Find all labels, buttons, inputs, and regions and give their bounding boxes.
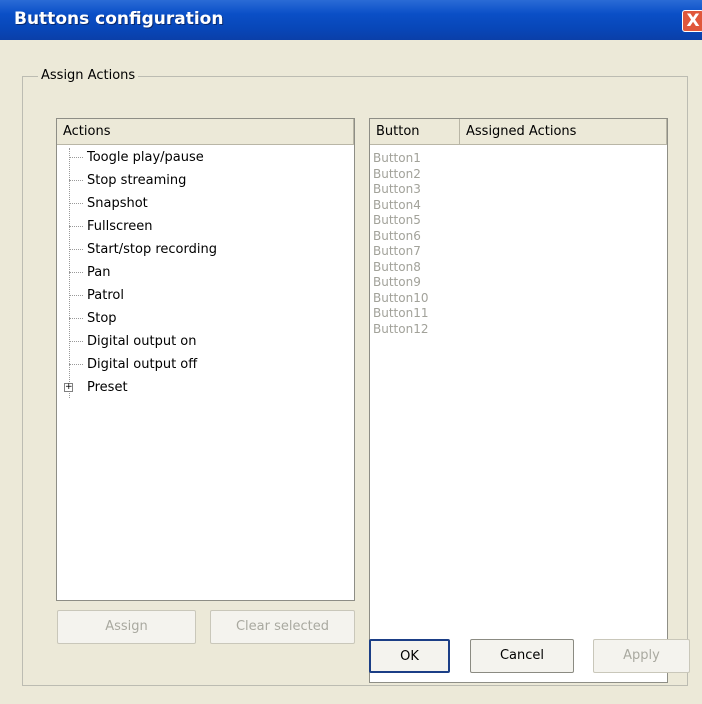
tree-branch <box>69 203 83 204</box>
tree-item-label: Start/stop recording <box>87 242 217 257</box>
list-item[interactable]: Button8 <box>373 260 428 276</box>
tree-branch <box>69 318 83 319</box>
title-bar[interactable]: Buttons configuration X <box>0 0 702 40</box>
tree-item[interactable]: Digital output off <box>57 353 354 376</box>
tree-item-label: Digital output off <box>87 357 198 372</box>
list-item[interactable]: Button12 <box>373 322 428 338</box>
window-title: Buttons configuration <box>14 9 224 29</box>
tree-branch <box>69 180 83 181</box>
actions-tree-list: Toogle play/pause Stop streaming Snapsho… <box>57 146 354 399</box>
tree-branch <box>69 364 83 365</box>
list-item[interactable]: Button5 <box>373 213 428 229</box>
tree-item[interactable]: Stop streaming <box>57 169 354 192</box>
tree-item[interactable]: Toogle play/pause <box>57 146 354 169</box>
tree-item[interactable]: Digital output on <box>57 330 354 353</box>
tree-branch <box>69 295 83 296</box>
tree-item-label: Digital output on <box>87 334 197 349</box>
list-item[interactable]: Button6 <box>373 229 428 245</box>
tree-item-label: Fullscreen <box>87 219 153 234</box>
tree-item-label: Toogle play/pause <box>87 150 204 165</box>
clear-selected-button[interactable]: Clear selected <box>210 610 355 644</box>
list-item[interactable]: Button11 <box>373 306 428 322</box>
tree-branch <box>69 341 83 342</box>
assigned-actions-column-header[interactable]: Assigned Actions <box>460 119 667 145</box>
tree-item[interactable]: Pan <box>57 261 354 284</box>
list-item[interactable]: Button3 <box>373 182 428 198</box>
tree-item[interactable]: Stop <box>57 307 354 330</box>
list-item[interactable]: Button10 <box>373 291 428 307</box>
group-legend: Assign Actions <box>38 68 139 83</box>
tree-item-label: Stop <box>87 311 117 326</box>
tree-item[interactable]: Fullscreen <box>57 215 354 238</box>
tree-branch <box>69 272 83 273</box>
actions-tree[interactable]: Actions Toogle play/pause Stop streaming… <box>56 118 355 601</box>
tree-item[interactable]: Patrol <box>57 284 354 307</box>
buttons-list[interactable]: Button Assigned Actions Button1 Button2 … <box>369 118 668 683</box>
tree-item-label: Pan <box>87 265 111 280</box>
actions-column-header[interactable]: Actions <box>57 119 354 145</box>
ok-button[interactable]: OK <box>369 639 450 673</box>
close-icon: X <box>686 11 700 31</box>
tree-item[interactable]: Snapshot <box>57 192 354 215</box>
tree-item-label: Patrol <box>87 288 124 303</box>
expand-plus-icon[interactable]: + <box>64 383 73 392</box>
tree-item-preset[interactable]: + Preset <box>57 376 354 399</box>
dialog-body: Assign Actions Actions Toogle play/pause… <box>0 40 702 704</box>
tree-item-label: Snapshot <box>87 196 148 211</box>
tree-branch <box>69 226 83 227</box>
list-item[interactable]: Button4 <box>373 198 428 214</box>
tree-branch <box>69 249 83 250</box>
list-item[interactable]: Button9 <box>373 275 428 291</box>
apply-button[interactable]: Apply <box>593 639 690 673</box>
list-item[interactable]: Button1 <box>373 151 428 167</box>
assign-button[interactable]: Assign <box>57 610 196 644</box>
tree-branch <box>69 157 83 158</box>
list-item[interactable]: Button2 <box>373 167 428 183</box>
list-item[interactable]: Button7 <box>373 244 428 260</box>
close-button[interactable]: X <box>682 10 702 32</box>
tree-item-label: Stop streaming <box>87 173 187 188</box>
buttons-rows: Button1 Button2 Button3 Button4 Button5 … <box>373 151 428 337</box>
cancel-button[interactable]: Cancel <box>470 639 574 673</box>
tree-item-label: Preset <box>87 380 128 395</box>
tree-item[interactable]: Start/stop recording <box>57 238 354 261</box>
button-column-header[interactable]: Button <box>370 119 460 145</box>
